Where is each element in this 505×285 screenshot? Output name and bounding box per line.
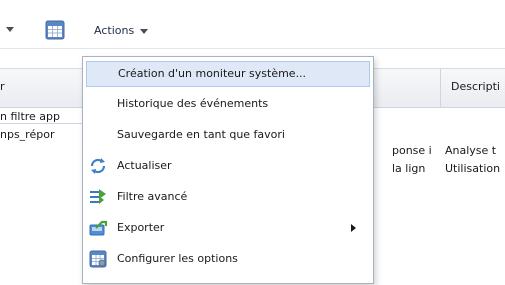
actions-menu-button[interactable]: Actions — [90, 21, 154, 41]
advanced-filter-icon — [90, 189, 106, 204]
menu-item-label: Historique des événements — [117, 97, 269, 110]
menu-item-create-system-monitor[interactable]: Création d'un moniteur système... — [86, 61, 370, 87]
table-cell[interactable]: Analyse t — [445, 144, 496, 157]
menu-item-label: Exporter — [117, 221, 165, 234]
configure-options-icon — [89, 250, 107, 268]
menu-item-configure-options[interactable]: Configurer les options — [86, 247, 368, 271]
table-cell[interactable]: ponse i — [392, 144, 432, 157]
chevron-down-icon — [140, 28, 149, 34]
table-cell[interactable]: Utilisation — [445, 162, 500, 175]
filter-underline — [0, 123, 82, 124]
menu-item-advanced-filter[interactable]: Filtre avancé — [86, 185, 368, 209]
toolbar: Actions — [0, 14, 505, 49]
menu-item-event-history[interactable]: Historique des événements — [86, 92, 368, 116]
column-divider[interactable] — [440, 69, 441, 107]
export-icon — [89, 220, 107, 236]
menu-item-label: Création d'un moniteur système... — [118, 67, 307, 80]
menu-item-label: Configurer les options — [117, 252, 238, 265]
column-header-name[interactable]: r — [0, 80, 5, 93]
actions-dropdown-menu: Création d'un moniteur système... Histor… — [82, 56, 374, 284]
menu-item-export[interactable]: Exporter — [86, 216, 368, 240]
dropdown-arrow-icon[interactable] — [6, 27, 14, 32]
table-cell[interactable]: nps_répor — [0, 128, 54, 141]
menu-item-save-as-favorite[interactable]: Sauvegarde en tant que favori — [86, 123, 368, 147]
table-cell[interactable]: la lign — [392, 162, 425, 175]
submenu-arrow-icon — [351, 224, 356, 232]
refresh-icon — [90, 158, 106, 174]
actions-label: Actions — [94, 24, 135, 37]
menu-item-label: Filtre avancé — [117, 190, 188, 203]
menu-item-refresh[interactable]: Actualiser — [86, 154, 368, 178]
menu-item-label: Sauvegarde en tant que favori — [117, 128, 285, 141]
table-view-icon[interactable] — [45, 20, 65, 40]
filter-row-text: n filtre app — [0, 110, 61, 123]
menu-item-label: Actualiser — [117, 159, 172, 172]
column-header-description[interactable]: Descripti — [451, 80, 500, 93]
